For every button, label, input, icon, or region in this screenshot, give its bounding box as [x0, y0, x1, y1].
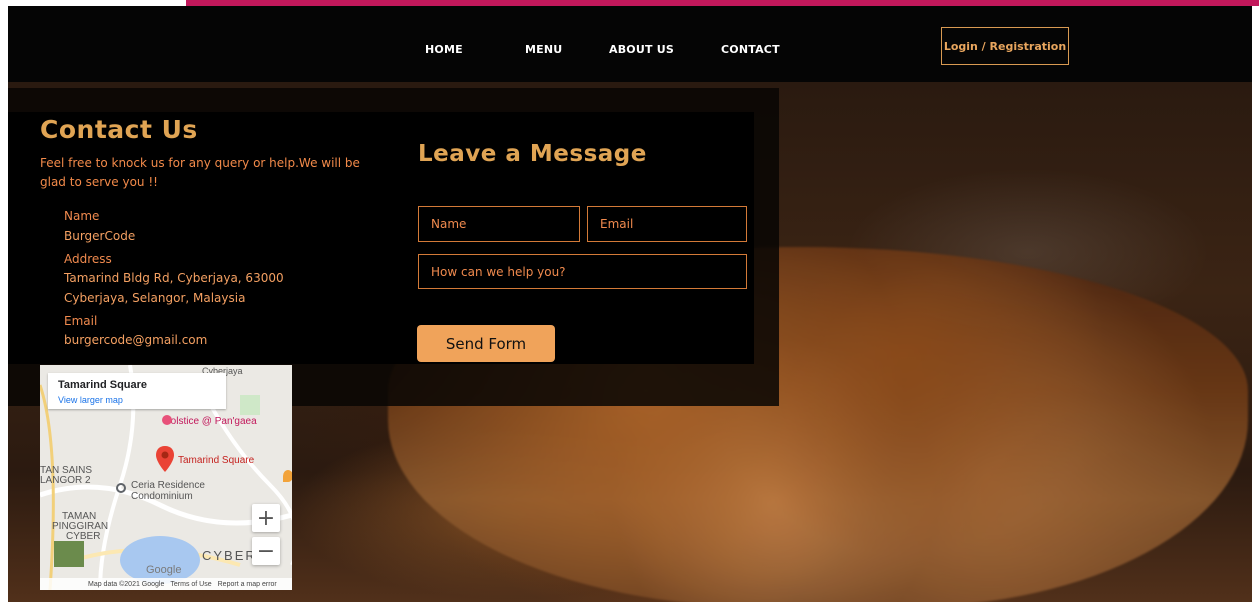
map-label-ceria-1: Ceria Residence	[131, 480, 205, 491]
info-name-label: Name	[64, 209, 100, 223]
nav-contact-link[interactable]: CONTACT	[721, 43, 780, 56]
info-email-label: Email	[64, 314, 98, 328]
map-label-langor: LANGOR 2	[40, 475, 91, 486]
zoom-in-button[interactable]: +	[252, 504, 280, 532]
map-label-solstice: Solstice @ Pan'gaea	[164, 416, 257, 427]
login-registration-button[interactable]: Login / Registration	[941, 27, 1069, 65]
main-navigation: HOME MENU ABOUT US CONTACT Login / Regis…	[8, 6, 1252, 82]
info-email-value: burgercode@gmail.com	[64, 333, 208, 347]
map-data-text: Map data ©2021 Google	[88, 580, 165, 588]
map-thumbnail	[54, 541, 84, 567]
map-marker-icon[interactable]	[156, 446, 174, 472]
map-info-card: Tamarind Square View larger map	[48, 373, 226, 409]
map-place-title: Tamarind Square	[58, 379, 148, 391]
map-label-tamarind: Tamarind Square	[178, 455, 255, 466]
embedded-map[interactable]: Cyberjaya Solstice @ Pan'gaea Tamarind S…	[40, 365, 292, 590]
terms-of-use-link[interactable]: Terms of Use	[170, 581, 211, 588]
leave-message-title: Leave a Message	[418, 141, 647, 167]
map-label-taman-3: CYBER	[66, 531, 101, 542]
map-label-ceria-2: Condominium	[131, 491, 193, 502]
info-name-value: BurgerCode	[64, 229, 136, 243]
report-map-error-link[interactable]: Report a map error	[218, 581, 277, 588]
info-address-line2: Cyberjaya, Selangor, Malaysia	[64, 291, 246, 305]
name-input[interactable]: Name	[418, 206, 580, 242]
send-form-button[interactable]: Send Form	[417, 325, 555, 362]
ceria-pin-icon	[116, 483, 126, 493]
message-input[interactable]: How can we help you?	[418, 254, 747, 289]
contact-description: Feel free to knock us for any query or h…	[40, 156, 360, 189]
info-address-line1: Tamarind Bldg Rd, Cyberjaya, 63000	[64, 271, 284, 285]
view-larger-map-link[interactable]: View larger map	[58, 395, 123, 405]
zoom-out-button[interactable]: −	[252, 537, 280, 565]
email-input[interactable]: Email	[587, 206, 747, 242]
google-logo: Google	[146, 564, 182, 576]
map-footer: Map data ©2021 Google Terms of Use Repor…	[40, 578, 292, 590]
nav-about-link[interactable]: ABOUT US	[609, 43, 674, 56]
contact-title: Contact Us	[40, 115, 198, 144]
nav-menu-link[interactable]: MENU	[525, 43, 562, 56]
solstice-pin-icon	[162, 415, 172, 425]
nav-home-link[interactable]: HOME	[425, 43, 463, 56]
restaurant-pin-icon	[283, 470, 292, 482]
info-address-label: Address	[64, 252, 112, 266]
